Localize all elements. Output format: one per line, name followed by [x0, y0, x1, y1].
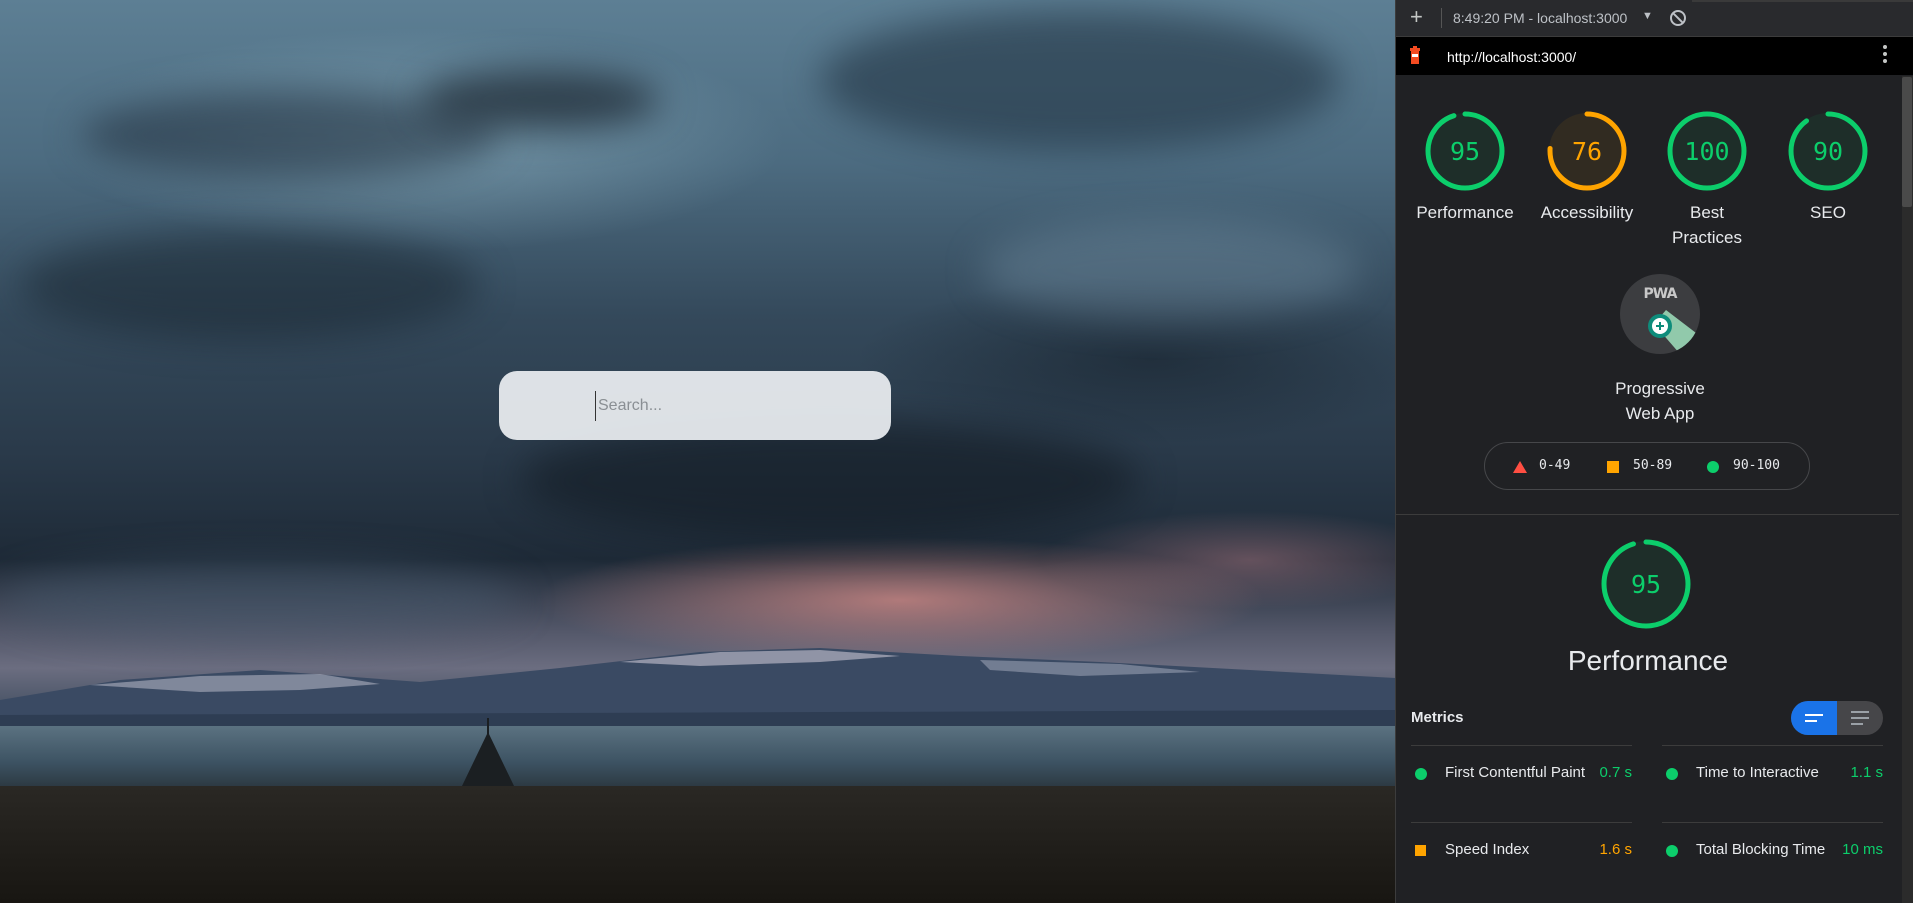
scrollbar-thumb[interactable]: [1902, 77, 1912, 207]
performance-title: Performance: [1567, 645, 1729, 676]
more-options-icon[interactable]: [1883, 45, 1887, 66]
cloud: [820, 10, 1340, 150]
lake: [0, 726, 1395, 786]
gauge-label: Progressive Web App: [1615, 379, 1705, 423]
lighthouse-icon: [1410, 46, 1420, 64]
collapsed-view-button[interactable]: [1791, 701, 1837, 735]
metrics-heading: Metrics: [1411, 709, 1464, 726]
metric-first-contentful-paint: First Contentful Paint 0.7 s: [1411, 745, 1632, 792]
bar: [1851, 717, 1869, 719]
gauge-seo[interactable]: 90 SEO: [1773, 110, 1883, 225]
pass-circle-icon: [1666, 845, 1678, 857]
gauge-label: Best Practices: [1672, 203, 1742, 247]
square-icon: [1607, 461, 1619, 473]
gauge-ring: 90: [1788, 111, 1868, 191]
metric-value: 0.7 s: [1599, 764, 1632, 781]
average-square-icon: [1415, 845, 1426, 856]
foreground-ground: [0, 786, 1395, 903]
tent: [462, 732, 514, 786]
metrics-view-toggle[interactable]: [1791, 701, 1883, 735]
gauge-score: 95: [1631, 570, 1661, 599]
gauge-label: Accessibility: [1540, 203, 1634, 222]
pwa-installable-icon: [1648, 310, 1700, 354]
report-url-bar: http://localhost:3000/: [1396, 37, 1913, 75]
metric-name: Time to Interactive: [1696, 764, 1819, 781]
performance-score-gauge: 95: [1586, 538, 1706, 630]
gauge-ring: 100: [1667, 111, 1747, 191]
chevron-down-icon[interactable]: ▼: [1642, 10, 1653, 22]
metric-time-to-interactive: Time to Interactive 1.1 s: [1662, 745, 1883, 792]
gauge-pwa[interactable]: PWA Progressive Web App: [1605, 274, 1715, 426]
legend-range: 0-49: [1539, 458, 1571, 473]
expanded-view-button[interactable]: [1837, 701, 1883, 735]
triangle-icon: [1513, 461, 1527, 473]
gauge-accessibility[interactable]: 76 Accessibility: [1532, 110, 1642, 225]
gauge-score: 100: [1684, 137, 1729, 166]
metric-value: 1.6 s: [1599, 841, 1632, 858]
bar: [1805, 720, 1817, 722]
pass-circle-icon: [1415, 768, 1427, 780]
pwa-badge: PWA: [1620, 274, 1700, 354]
clear-icon[interactable]: [1670, 10, 1686, 26]
gauge-score: 76: [1572, 137, 1602, 166]
gauge-best-practices[interactable]: 100 Best Practices: [1652, 110, 1762, 250]
gauge-ring: 76: [1547, 111, 1627, 191]
toolbar-tab-line: [1692, 0, 1913, 2]
gauge-label: SEO: [1810, 203, 1846, 222]
metric-name: Total Blocking Time: [1696, 841, 1826, 858]
toolbar-divider: [1441, 8, 1442, 28]
gauge-label: Performance: [1416, 203, 1514, 222]
pass-circle-icon: [1666, 768, 1678, 780]
report-url[interactable]: http://localhost:3000/: [1447, 49, 1576, 65]
gauge-performance[interactable]: 95 Performance: [1410, 110, 1520, 225]
gauge-ring: 95: [1601, 539, 1691, 629]
legend-range: 50-89: [1633, 458, 1673, 473]
gauge-score: 95: [1450, 137, 1480, 166]
section-divider: [1396, 514, 1899, 515]
bar: [1805, 714, 1823, 716]
bar: [1851, 711, 1869, 713]
metric-speed-index: Speed Index 1.6 s: [1411, 822, 1632, 869]
search-input[interactable]: [595, 391, 880, 421]
metric-value: 1.1 s: [1850, 764, 1883, 781]
cloud: [420, 70, 660, 130]
bar: [1851, 723, 1863, 725]
report-selector[interactable]: 8:49:20 PM - localhost:3000: [1453, 10, 1627, 26]
metric-name: First Contentful Paint: [1445, 764, 1586, 781]
score-legend: 0-49 50-89 90-100: [1484, 442, 1810, 490]
page-viewport: [0, 0, 1395, 903]
new-report-button[interactable]: +: [1410, 6, 1423, 28]
cloud: [0, 560, 520, 640]
cloud: [20, 230, 480, 340]
search-box: [499, 371, 891, 440]
legend-range: 90-100: [1733, 458, 1780, 473]
metric-name: Speed Index: [1445, 841, 1530, 858]
gauge-score: 90: [1813, 137, 1843, 166]
metric-value: 10 ms: [1842, 841, 1883, 858]
devtools-toolbar: + 8:49:20 PM - localhost:3000 ▼: [1396, 0, 1913, 37]
circle-icon: [1707, 461, 1719, 473]
metric-total-blocking-time: Total Blocking Time 10 ms: [1662, 822, 1883, 869]
cloud: [980, 220, 1360, 320]
gauge-ring: 95: [1425, 111, 1505, 191]
